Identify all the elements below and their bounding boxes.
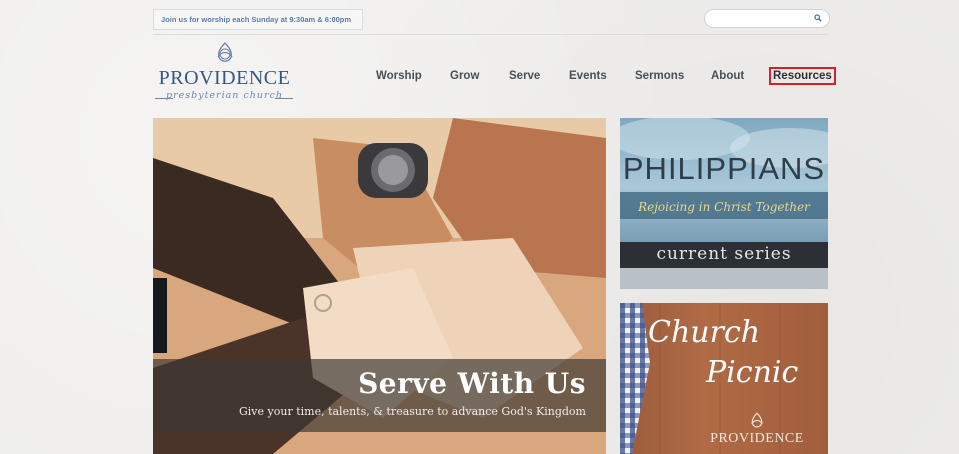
current-series-banner[interactable]: PHILIPPIANS Rejoicing in Christ Together… — [620, 118, 828, 289]
church-picnic-banner[interactable]: Church Picnic PROVIDENCE — [620, 303, 828, 454]
current-series-label: current series — [656, 244, 792, 264]
hero-subtitle: Give your time, talents, & treasure to a… — [239, 405, 586, 418]
nav-item-about[interactable]: About — [711, 63, 744, 89]
hero-banner[interactable]: Serve With Us Give your time, talents, &… — [153, 118, 606, 454]
logo-rule-right — [275, 98, 293, 99]
page: Join us for worship each Sunday at 9:30a… — [0, 0, 959, 454]
series-tagline: Rejoicing in Christ Together — [638, 200, 810, 214]
series-title: PHILIPPIANS — [622, 151, 826, 186]
nav-item-serve[interactable]: Serve — [509, 63, 540, 89]
nav-item-worship[interactable]: Worship — [376, 63, 422, 89]
hero-caption: Serve With Us Give your time, talents, &… — [153, 359, 606, 432]
picnic-title-line1: Church — [648, 315, 761, 350]
logo-subtitle: presbyterian church — [166, 90, 283, 101]
search-icon[interactable] — [814, 14, 822, 22]
nav-item-sermons[interactable]: Sermons — [635, 63, 684, 89]
trinity-knot-icon — [217, 42, 233, 62]
trinity-knot-icon — [751, 412, 763, 428]
nav-item-resources[interactable]: Resources — [769, 67, 836, 85]
main-nav: Worship Grow Serve Events Sermons About … — [0, 63, 959, 89]
nav-item-grow[interactable]: Grow — [450, 63, 479, 89]
worship-times-notice: Join us for worship each Sunday at 9:30a… — [153, 9, 363, 30]
search-box[interactable] — [704, 9, 830, 28]
picnic-title-line2: Picnic — [706, 355, 799, 390]
picnic-brand: PROVIDENCE — [710, 431, 804, 446]
nav-item-events[interactable]: Events — [569, 63, 607, 89]
header-divider — [153, 34, 828, 35]
hero-title: Serve With Us — [358, 367, 586, 400]
search-input[interactable] — [713, 12, 812, 27]
